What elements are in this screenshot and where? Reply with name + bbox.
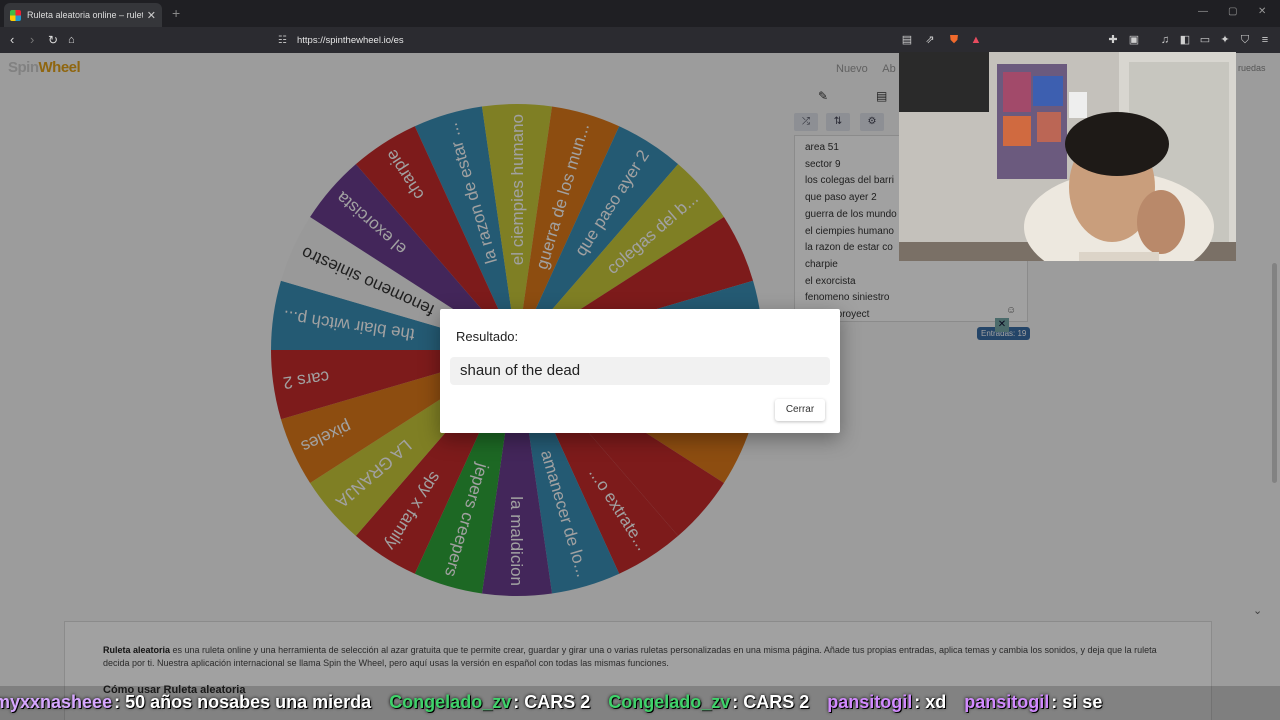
menu-icon[interactable]: ≡ xyxy=(1258,33,1272,47)
new-tab-button[interactable]: + xyxy=(172,5,180,21)
back-icon[interactable]: ‹ xyxy=(10,32,14,48)
tab-title: Ruleta aleatoria online – ruleta d… xyxy=(27,10,143,20)
browser-tab[interactable]: Ruleta aleatoria online – ruleta d… ✕ xyxy=(4,3,162,27)
dialog-result: shaun of the dead xyxy=(450,357,830,385)
dialog-title: Resultado: xyxy=(456,329,519,344)
chat-username: myxxnasheee xyxy=(0,692,113,712)
webcam-overlay xyxy=(899,52,1236,261)
leo-icon[interactable]: ✦ xyxy=(1218,33,1232,47)
sidebar-icon[interactable]: ◧ xyxy=(1178,33,1192,47)
music-icon[interactable]: ♫ xyxy=(1158,33,1172,47)
close-button[interactable]: Cerrar xyxy=(775,399,825,421)
minimize-button[interactable]: — xyxy=(1198,6,1208,17)
extensions-icon[interactable]: ✚ xyxy=(1106,33,1120,47)
url-text: https://spinthewheel.io/es xyxy=(296,34,404,46)
spinwheel-favicon-icon xyxy=(10,9,21,21)
forward-icon[interactable]: › xyxy=(30,32,34,48)
chat-username: pansitogil xyxy=(827,692,913,712)
result-dialog: Resultado: shaun of the dead Cerrar xyxy=(440,309,840,433)
wallet-icon[interactable]: ▭ xyxy=(1198,33,1212,47)
screen: Ruleta aleatoria online – ruleta d… ✕ + … xyxy=(0,0,1280,720)
tab-close-icon[interactable]: ✕ xyxy=(147,9,156,22)
site-info-icon[interactable]: ☷ xyxy=(278,35,287,46)
reader-mode-icon[interactable]: ▤ xyxy=(900,33,914,47)
browser-tabstrip: Ruleta aleatoria online – ruleta d… ✕ + … xyxy=(0,0,1280,27)
chat-message: : si se xyxy=(1051,692,1103,712)
chat-ticker: myxxnasheee: 50 años nosabes una mierda C… xyxy=(0,686,1280,720)
maximize-button[interactable]: ▢ xyxy=(1228,6,1237,17)
chat-message: : CARS 2 xyxy=(513,692,591,712)
home-icon[interactable]: ⌂ xyxy=(68,32,75,48)
webcam-image xyxy=(899,52,1236,261)
close-window-button[interactable]: ✕ xyxy=(1258,6,1266,17)
chat-username: Congelado_zv xyxy=(608,692,731,712)
chat-message: : 50 años nosabes una mierda xyxy=(114,692,372,712)
chat-message: : CARS 2 xyxy=(732,692,810,712)
chat-message: : xd xyxy=(914,692,947,712)
browser-toolbar: ‹ › ↻ ⌂ ☷ https://spinthewheel.io/es ▤ ⇗… xyxy=(0,27,1280,53)
rewards-icon[interactable]: ▲ xyxy=(969,33,983,47)
reload-icon[interactable]: ↻ xyxy=(48,32,58,48)
chat-username: pansitogil xyxy=(964,692,1050,712)
chat-ticker-row: myxxnasheee: 50 años nosabes una mierda C… xyxy=(0,692,1120,713)
share-icon[interactable]: ⇗ xyxy=(923,33,937,47)
brave-shield-icon[interactable]: ⛊ xyxy=(947,33,961,47)
address-bar[interactable]: ☷ https://spinthewheel.io/es xyxy=(270,31,990,49)
chat-username: Congelado_zv xyxy=(389,692,512,712)
vpn-icon[interactable]: ⛉ xyxy=(1238,33,1252,47)
screenshot-icon[interactable]: ▣ xyxy=(1127,33,1141,47)
